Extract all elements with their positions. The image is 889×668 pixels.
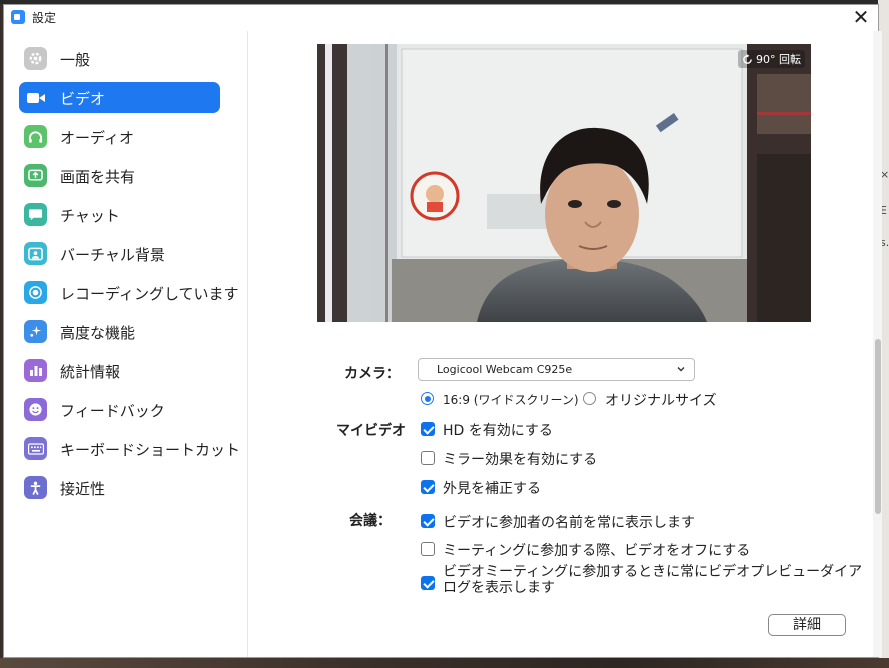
my-video-label: マイビデオ bbox=[336, 423, 406, 439]
hd-checkbox-label: HD を有効にする bbox=[443, 423, 553, 439]
aspect-original-label: オリジナルサイズ bbox=[605, 393, 717, 409]
sidebar-item-label: オーディオ bbox=[60, 129, 134, 147]
rotate-label: 90° 回転 bbox=[756, 53, 801, 66]
desktop-background-bottom bbox=[0, 658, 889, 668]
sidebar-item-label: 画面を共有 bbox=[60, 168, 136, 186]
close-button[interactable]: ✕ bbox=[850, 6, 872, 28]
sidebar-item-label: レコーディングしています bbox=[60, 285, 239, 303]
sidebar-item-general[interactable]: 一般 bbox=[19, 43, 220, 74]
video-camera-icon bbox=[24, 86, 47, 109]
chevron-down-icon bbox=[677, 367, 685, 372]
share-screen-icon bbox=[24, 164, 47, 187]
aspect-16-9-label: 16:9 (ワイドスクリーン) bbox=[443, 393, 579, 407]
sidebar-item-video[interactable]: ビデオ bbox=[19, 82, 220, 113]
chat-bubble-icon bbox=[24, 203, 47, 226]
aspect-original-radio[interactable] bbox=[583, 392, 596, 405]
content-scrollbar[interactable] bbox=[873, 31, 882, 657]
hd-checkbox[interactable] bbox=[421, 422, 435, 436]
video-off-checkbox-label: ミーティングに参加する際、ビデオをオフにする bbox=[443, 543, 751, 559]
sidebar-item-label: 接近性 bbox=[60, 480, 106, 498]
camera-select[interactable]: Logicool Webcam C925e bbox=[418, 358, 695, 381]
video-off-checkbox[interactable] bbox=[421, 542, 435, 556]
sidebar-item-label: ビデオ bbox=[60, 90, 106, 108]
window-title: 設定 bbox=[32, 11, 57, 25]
camera-preview: 90° 回転 bbox=[317, 44, 811, 322]
keyboard-icon bbox=[24, 437, 47, 460]
aspect-16-9-radio[interactable] bbox=[421, 392, 434, 405]
sidebar-item-label: フィードバック bbox=[60, 402, 165, 420]
sidebar-item-chat[interactable]: チャット bbox=[19, 199, 220, 230]
record-icon bbox=[24, 281, 47, 304]
sidebar-item-label: キーボードショートカット bbox=[60, 441, 241, 459]
mirror-checkbox-label: ミラー効果を有効にする bbox=[443, 452, 598, 468]
sidebar-item-label: 高度な機能 bbox=[60, 324, 136, 342]
sidebar-item-share-screen[interactable]: 画面を共有 bbox=[19, 160, 220, 191]
settings-sidebar: 一般 ビデオ オーディオ 画面を共有 チャット バーチャル背景 レコーディングし… bbox=[4, 31, 248, 657]
show-names-checkbox-label: ビデオに参加者の名前を常に表示します bbox=[443, 515, 695, 531]
virtual-background-icon bbox=[24, 242, 47, 265]
gear-icon bbox=[24, 47, 47, 70]
sparkle-icon bbox=[24, 320, 47, 343]
settings-window: 設定 ✕ 一般 ビデオ オーディオ 画面を共有 チャット バーチャル背景 レコー… bbox=[3, 4, 882, 658]
zoom-app-icon bbox=[11, 10, 25, 24]
camera-label: カメラ： bbox=[344, 366, 400, 382]
sidebar-item-statistics[interactable]: 統計情報 bbox=[19, 355, 220, 386]
video-settings-panel: 90° 回転 カメラ： Logicool Webcam C925e 16:9 (… bbox=[248, 31, 878, 657]
rotate-90-button[interactable]: 90° 回転 bbox=[738, 50, 805, 68]
statistics-icon bbox=[24, 359, 47, 382]
sidebar-item-recording[interactable]: レコーディングしています bbox=[19, 277, 239, 308]
sidebar-item-label: チャット bbox=[60, 207, 120, 225]
sidebar-item-keyboard-shortcuts[interactable]: キーボードショートカット bbox=[19, 433, 240, 464]
sidebar-item-feedback[interactable]: フィードバック bbox=[19, 394, 220, 425]
headphones-icon bbox=[24, 125, 47, 148]
meeting-label: 会議： bbox=[349, 513, 391, 529]
video-preview-checkbox-label: ビデオミーティングに参加するときに常にビデオプレビューダイアログを表示します bbox=[443, 564, 863, 596]
sidebar-item-audio[interactable]: オーディオ bbox=[19, 121, 220, 152]
touch-up-checkbox-label: 外見を補正する bbox=[443, 481, 541, 497]
camera-preview-image bbox=[317, 44, 811, 322]
accessibility-icon bbox=[24, 476, 47, 499]
sidebar-item-label: 統計情報 bbox=[60, 363, 121, 381]
smiley-icon bbox=[24, 398, 47, 421]
video-preview-checkbox[interactable] bbox=[421, 576, 435, 590]
mirror-checkbox[interactable] bbox=[421, 451, 435, 465]
sidebar-item-accessibility[interactable]: 接近性 bbox=[19, 472, 220, 503]
sidebar-item-advanced[interactable]: 高度な機能 bbox=[19, 316, 220, 347]
camera-select-value: Logicool Webcam C925e bbox=[437, 363, 573, 376]
scrollbar-thumb[interactable] bbox=[875, 339, 881, 514]
show-names-checkbox[interactable] bbox=[421, 514, 435, 528]
sidebar-item-label: 一般 bbox=[60, 51, 91, 69]
title-bar: 設定 ✕ bbox=[4, 5, 878, 31]
touch-up-checkbox[interactable] bbox=[421, 480, 435, 494]
sidebar-item-virtual-background[interactable]: バーチャル背景 bbox=[19, 238, 220, 269]
advanced-details-button[interactable]: 詳細 bbox=[768, 614, 846, 636]
sidebar-item-label: バーチャル背景 bbox=[60, 246, 165, 264]
rotate-icon bbox=[743, 53, 752, 64]
